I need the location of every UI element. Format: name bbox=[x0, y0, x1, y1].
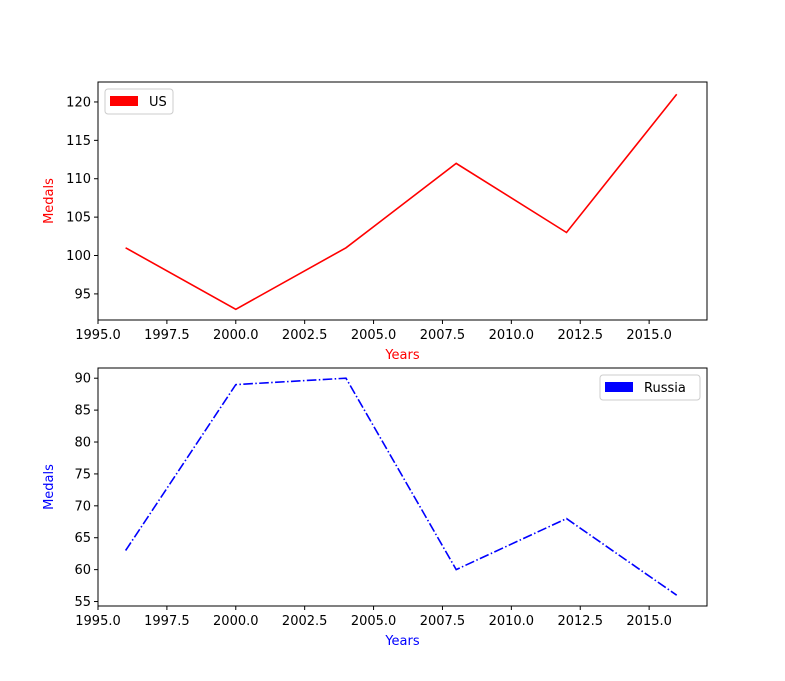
x-tick-label: 2015.0 bbox=[626, 614, 672, 629]
x-axis-label: Years bbox=[384, 634, 420, 649]
axes-russia: 1995.0 1997.5 2000.0 2002.5 2005.0 2007.5 2010… bbox=[42, 367, 708, 649]
y-axis-label: Medals bbox=[42, 464, 57, 510]
y-tick-label: 85 bbox=[74, 404, 91, 419]
axes-us: 1995.0 1997.5 2000.0 2002.5 2005.0 2007.5 2010… bbox=[42, 81, 708, 363]
legend-swatch bbox=[605, 382, 633, 392]
y-tick-label: 95 bbox=[74, 287, 91, 302]
x-tick-label: 1997.5 bbox=[144, 328, 190, 343]
y-tick-label: 55 bbox=[74, 595, 91, 610]
legend-swatch bbox=[110, 96, 138, 106]
x-tick-label: 2007.5 bbox=[420, 614, 466, 629]
x-tick-label: 2007.5 bbox=[420, 328, 466, 343]
x-tick-label: 2000.0 bbox=[213, 614, 259, 629]
x-tick-label: 2015.0 bbox=[626, 328, 672, 343]
y-tick-label: 60 bbox=[74, 563, 91, 578]
x-tick-label: 1995.0 bbox=[75, 614, 121, 629]
y-tick-label: 80 bbox=[74, 436, 91, 451]
x-axis-label: Years bbox=[384, 348, 420, 363]
legend-label: US bbox=[149, 95, 167, 110]
series-line-russia bbox=[124, 377, 678, 596]
y-tick-label: 110 bbox=[66, 172, 91, 187]
x-tick-label: 2000.0 bbox=[213, 328, 259, 343]
x-tick-label: 2012.5 bbox=[557, 614, 603, 629]
x-tick-label: 2010.0 bbox=[489, 614, 535, 629]
x-tick-label: 2002.5 bbox=[282, 328, 328, 343]
x-tick-label: 2010.0 bbox=[489, 328, 535, 343]
x-tick-label: 2012.5 bbox=[557, 328, 603, 343]
x-tick-label: 2005.0 bbox=[351, 614, 397, 629]
y-axis-label: Medals bbox=[42, 178, 57, 224]
legend: Russia bbox=[599, 374, 701, 401]
y-tick-label: 65 bbox=[74, 531, 91, 546]
figure: 1995.0 1997.5 2000.0 2002.5 2005.0 2007.5 2010… bbox=[42, 81, 708, 649]
y-tick-label: 75 bbox=[74, 467, 91, 482]
y-tick-label: 120 bbox=[66, 95, 91, 110]
series-line-us bbox=[125, 93, 678, 311]
axes-frame bbox=[97, 81, 708, 321]
y-tick-label: 115 bbox=[66, 134, 91, 149]
x-tick-label: 1997.5 bbox=[144, 614, 190, 629]
y-tick-label: 70 bbox=[74, 499, 91, 514]
y-tick-label: 90 bbox=[74, 372, 91, 387]
x-tick-label: 1995.0 bbox=[75, 328, 121, 343]
axes-frame bbox=[97, 367, 708, 607]
legend-label: Russia bbox=[644, 381, 686, 396]
y-tick-label: 100 bbox=[66, 249, 91, 264]
y-tick-label: 105 bbox=[66, 211, 91, 226]
legend: US bbox=[104, 88, 174, 115]
x-tick-label: 2005.0 bbox=[351, 328, 397, 343]
x-tick-label: 2002.5 bbox=[282, 614, 328, 629]
